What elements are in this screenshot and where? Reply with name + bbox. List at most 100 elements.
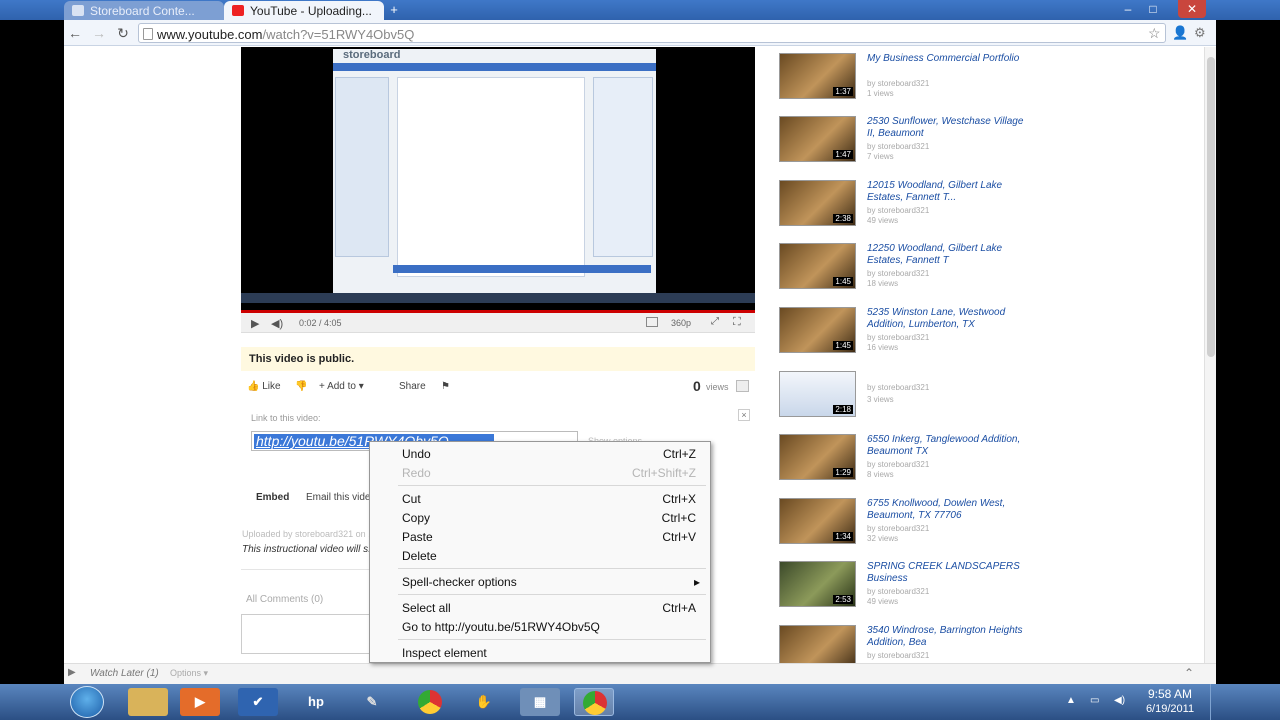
related-video[interactable]: 1:47 2530 Sunflower, Westchase Village I…: [779, 116, 1039, 172]
new-tab-button[interactable]: +: [386, 3, 402, 16]
close-share-icon[interactable]: ×: [738, 409, 750, 421]
video-thumbnail[interactable]: 2:53: [779, 561, 856, 607]
browser-window: Storeboard Conte... YouTube - Uploading.…: [0, 0, 1280, 720]
tray-up-arrow-icon[interactable]: ▲: [1066, 695, 1076, 706]
bookmark-star-icon[interactable]: ☆: [1148, 25, 1161, 42]
video-thumbnail[interactable]: 1:45: [779, 307, 856, 353]
chrome-icon[interactable]: [408, 688, 448, 716]
start-button[interactable]: [70, 686, 104, 718]
menu-undo[interactable]: Undo: [402, 447, 431, 461]
options-label: Options: [170, 668, 202, 678]
hand-app-icon[interactable]: ✋: [464, 688, 504, 716]
stats-icon[interactable]: [736, 380, 749, 392]
wrench-menu-icon[interactable]: ⚙: [1194, 25, 1206, 41]
popout-icon[interactable]: ⤢: [711, 316, 719, 327]
menu-cut[interactable]: Cut: [402, 492, 421, 506]
menu-select-all[interactable]: Select all: [402, 601, 451, 615]
views-label: views: [706, 382, 729, 392]
scrollbar-thumb[interactable]: [1207, 57, 1215, 357]
volume-icon[interactable]: ◀): [271, 317, 283, 330]
page-scrollbar[interactable]: [1204, 47, 1216, 684]
menu-paste[interactable]: Paste: [402, 530, 433, 544]
close-window-button[interactable]: ✕: [1178, 0, 1206, 18]
video-player[interactable]: storeboard: [241, 47, 755, 310]
address-bar[interactable]: www.youtube.com/watch?v=51RWY4Obv5Q: [138, 23, 1166, 43]
video-thumbnail[interactable]: 2:18: [779, 371, 856, 417]
volume-tray-icon[interactable]: ◀): [1114, 695, 1125, 706]
related-title[interactable]: 6550 Inkerg, Tanglewood Addition, Beaumo…: [867, 434, 1027, 458]
related-title[interactable]: 3540 Windrose, Barrington Heights Additi…: [867, 625, 1027, 649]
hp-icon[interactable]: hp: [296, 688, 336, 716]
video-thumbnail[interactable]: 1:47: [779, 116, 856, 162]
video-thumbnail[interactable]: 1:45: [779, 243, 856, 289]
expand-up-icon[interactable]: ⌃: [1184, 666, 1194, 680]
related-title[interactable]: My Business Commercial Portfolio: [867, 53, 1027, 65]
add-to-button[interactable]: + Add to ▾: [319, 381, 364, 392]
play-icon[interactable]: ▶: [251, 317, 259, 330]
duration: 2:18: [833, 405, 853, 414]
minimize-button[interactable]: –: [1116, 0, 1140, 18]
related-views: 8 views: [867, 470, 894, 479]
email-button[interactable]: Email this video: [306, 492, 376, 503]
related-title[interactable]: SPRING CREEK LANDSCAPERS Business: [867, 561, 1027, 585]
explorer-icon[interactable]: [128, 688, 168, 716]
watch-later-play-icon[interactable]: ▶: [68, 667, 76, 678]
quality-selector[interactable]: 360p: [671, 318, 691, 328]
clock-time: 9:58 AM: [1147, 687, 1193, 701]
fullscreen-icon[interactable]: ⛶: [733, 316, 741, 329]
system-clock[interactable]: 9:58 AM 6/19/2011: [1140, 687, 1200, 717]
related-by: by storeboard321: [867, 587, 930, 596]
dislike-button[interactable]: 👎: [295, 381, 307, 392]
chrome-active-icon[interactable]: [574, 688, 614, 716]
menu-inspect[interactable]: Inspect element: [402, 646, 487, 660]
related-views: 1 views: [867, 89, 894, 98]
related-video[interactable]: 2:53 SPRING CREEK LANDSCAPERS Business b…: [779, 561, 1039, 617]
related-by: by storeboard321: [867, 206, 930, 215]
menu-delete[interactable]: Delete: [402, 549, 437, 563]
tab-youtube[interactable]: YouTube - Uploading...: [224, 1, 384, 20]
related-video[interactable]: 2:18 by storeboard321 3 views: [779, 371, 1039, 427]
related-title[interactable]: 6755 Knollwood, Dowlen West, Beaumont, T…: [867, 498, 1027, 522]
video-thumbnail[interactable]: 1:29: [779, 434, 856, 480]
show-desktop-button[interactable]: [1210, 684, 1218, 720]
related-video[interactable]: 1:45 12250 Woodland, Gilbert Lake Estate…: [779, 243, 1039, 299]
menu-spellcheck[interactable]: Spell-checker options: [402, 575, 517, 589]
related-video[interactable]: 1:34 6755 Knollwood, Dowlen West, Beaumo…: [779, 498, 1039, 554]
flag-icon[interactable]: ⚑: [441, 381, 450, 392]
related-video[interactable]: 1:37 My Business Commercial Portfolio by…: [779, 53, 1039, 109]
checkmark-app-icon[interactable]: ✔: [238, 688, 278, 716]
like-label: Like: [262, 381, 281, 392]
related-video[interactable]: 1:29 6550 Inkerg, Tanglewood Addition, B…: [779, 434, 1039, 490]
reload-button[interactable]: ↻: [114, 24, 132, 42]
maximize-button[interactable]: □: [1141, 0, 1165, 18]
share-button[interactable]: Share: [399, 381, 426, 392]
pen-tool-icon[interactable]: ✎: [352, 688, 392, 716]
tab-storeboard[interactable]: Storeboard Conte...: [64, 1, 224, 20]
related-by: by storeboard321: [867, 524, 930, 533]
embed-button[interactable]: Embed: [256, 492, 289, 503]
related-title[interactable]: 12250 Woodland, Gilbert Lake Estates, Fa…: [867, 243, 1027, 267]
forward-button[interactable]: →: [90, 24, 108, 42]
related-video[interactable]: 2:38 12015 Woodland, Gilbert Lake Estate…: [779, 180, 1039, 236]
comment-input[interactable]: [241, 614, 381, 654]
related-title[interactable]: 12015 Woodland, Gilbert Lake Estates, Fa…: [867, 180, 1027, 204]
captions-icon[interactable]: [646, 317, 658, 327]
related-title[interactable]: 5235 Winston Lane, Westwood Addition, Lu…: [867, 307, 1027, 331]
menu-copy[interactable]: Copy: [402, 511, 430, 525]
video-thumbnail[interactable]: 1:37: [779, 53, 856, 99]
back-button[interactable]: ←: [66, 24, 84, 42]
watch-later-label[interactable]: Watch Later (1): [90, 668, 159, 679]
menu-goto-link[interactable]: Go to http://youtu.be/51RWY4Obv5Q: [402, 620, 600, 634]
related-video[interactable]: 1:45 5235 Winston Lane, Westwood Additio…: [779, 307, 1039, 363]
related-title[interactable]: 2530 Sunflower, Westchase Village II, Be…: [867, 116, 1027, 140]
user-icon[interactable]: 👤: [1172, 25, 1188, 41]
media-player-icon[interactable]: ▶: [180, 688, 220, 716]
watch-later-options[interactable]: Options ▾: [170, 668, 208, 679]
film-app-icon[interactable]: ▦: [520, 688, 560, 716]
view-count: 0: [693, 378, 701, 394]
like-button[interactable]: 👍 Like: [247, 381, 281, 392]
network-icon[interactable]: ▭: [1090, 695, 1099, 706]
video-right-panel: [593, 77, 653, 257]
video-thumbnail[interactable]: 1:34: [779, 498, 856, 544]
video-thumbnail[interactable]: 2:38: [779, 180, 856, 226]
